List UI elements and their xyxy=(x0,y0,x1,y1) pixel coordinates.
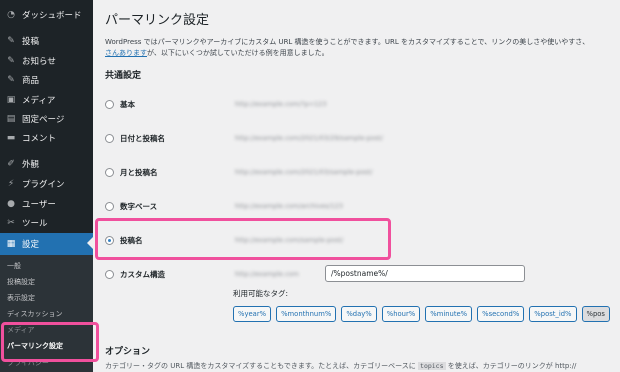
page-icon: ▤ xyxy=(6,113,16,124)
menu-label-appearance: 外観 xyxy=(22,160,40,170)
radio-month-name[interactable] xyxy=(105,167,114,177)
option-label: 基本 xyxy=(120,99,135,109)
submenu-writing[interactable]: 投稿設定 xyxy=(7,277,35,287)
option-label: 月と投稿名 xyxy=(120,167,158,177)
option-numeric[interactable]: 数字ベース xyxy=(105,198,157,214)
example-url: http://example.com xyxy=(235,270,299,278)
menu-item-appearance[interactable]: ✐ 外観 xyxy=(0,154,93,174)
user-icon: ● xyxy=(7,198,15,209)
menu-item-dashboard[interactable]: ◔ ダッシュボード xyxy=(0,5,93,25)
menu-item-news[interactable]: ✎ お知らせ xyxy=(0,51,93,71)
menu-label-pages: 固定ページ xyxy=(22,115,65,125)
option-custom[interactable]: カスタム構造 xyxy=(105,266,165,282)
menu-label-users: ユーザー xyxy=(22,200,56,210)
common-settings-heading: 共通設定 xyxy=(105,71,142,81)
menu-label-posts: 投稿 xyxy=(22,37,40,47)
radio-plain[interactable] xyxy=(105,99,114,109)
option-post-name[interactable]: 投稿名 xyxy=(105,232,143,248)
option-label: 日付と投稿名 xyxy=(120,133,165,143)
radio-numeric[interactable] xyxy=(105,201,114,211)
menu-item-pages[interactable]: ▤ 固定ページ xyxy=(0,109,93,129)
pin-icon: ✎ xyxy=(7,35,15,46)
example-url: http://example.com/2021/03/sample-post/ xyxy=(235,168,373,176)
admin-sidebar: ◔ ダッシュボード ✎ 投稿 ✎ お知らせ ✎ 商品 ▣ メディア ▤ 固定ペー… xyxy=(0,0,93,372)
submenu-reading[interactable]: 表示設定 xyxy=(7,293,35,303)
submenu-media[interactable]: メディア xyxy=(7,325,35,335)
media-icon: ▣ xyxy=(6,94,16,105)
menu-item-products[interactable]: ✎ 商品 xyxy=(0,70,93,90)
menu-item-media[interactable]: ▣ メディア xyxy=(0,90,93,110)
menu-item-plugins[interactable]: ⚡ プラグイン xyxy=(0,174,93,194)
menu-item-users[interactable]: ● ユーザー xyxy=(0,194,93,214)
page-title: パーマリンク設定 xyxy=(105,13,210,28)
pin-icon: ✎ xyxy=(7,55,15,66)
option-plain[interactable]: 基本 xyxy=(105,96,135,112)
radio-day-name[interactable] xyxy=(105,133,114,143)
pin-icon: ✎ xyxy=(7,74,15,85)
options-description: カテゴリー・タグの URL 構造をカスタマイズすることもできます。たとえば、カテ… xyxy=(105,362,577,370)
custom-structure-input[interactable] xyxy=(325,265,525,282)
example-url: http://example.com/?p=123 xyxy=(235,100,327,108)
menu-label-comments: コメント xyxy=(22,134,57,144)
option-day-name[interactable]: 日付と投稿名 xyxy=(105,130,165,146)
wrench-icon: ✂ xyxy=(7,217,15,228)
tag-day-button[interactable]: %day% xyxy=(341,306,377,322)
tag-monthnum-button[interactable]: %monthnum% xyxy=(276,306,337,322)
submenu-discussion[interactable]: ディスカッション xyxy=(7,309,63,319)
example-url: http://example.com/2021/03/29/sample-pos… xyxy=(235,134,383,142)
menu-label-settings: 設定 xyxy=(22,240,40,250)
menu-label-dashboard: ダッシュボード xyxy=(22,11,82,21)
menu-label-media: メディア xyxy=(22,96,56,106)
submenu-privacy[interactable]: プライバシー xyxy=(7,358,49,368)
tag-post-id-button[interactable]: %post_id% xyxy=(529,306,577,322)
radio-post-name[interactable] xyxy=(105,235,114,245)
brush-icon: ✐ xyxy=(7,158,15,169)
tag-minute-button[interactable]: %minute% xyxy=(425,306,473,322)
main-content: パーマリンク設定 WordPress ではパーマリンクやアーカイブにカスタム U… xyxy=(93,0,620,372)
tag-postname-button[interactable]: %pos xyxy=(581,306,610,322)
tag-year-button[interactable]: %year% xyxy=(233,306,272,322)
intro-line-1: WordPress ではパーマリンクやアーカイブにカスタム URL 構造を使うこ… xyxy=(105,38,590,46)
menu-label-tools: ツール xyxy=(22,219,48,229)
radio-custom[interactable] xyxy=(105,269,114,279)
menu-item-tools[interactable]: ✂ ツール xyxy=(0,213,93,233)
menu-item-posts[interactable]: ✎ 投稿 xyxy=(0,31,93,51)
example-url: http://example.com/sample-post/ xyxy=(235,236,344,244)
option-label: カスタム構造 xyxy=(120,269,165,279)
option-label: 投稿名 xyxy=(120,235,143,245)
intro-link[interactable]: さんあります xyxy=(105,49,147,57)
options-heading: オプション xyxy=(105,347,151,357)
menu-label-news: お知らせ xyxy=(22,57,56,67)
settings-submenu: 一般 投稿設定 表示設定 ディスカッション メディア パーマリンク設定 プライバ… xyxy=(0,255,93,372)
submenu-general[interactable]: 一般 xyxy=(7,261,21,271)
option-label: 数字ベース xyxy=(120,201,158,211)
tag-hour-button[interactable]: %hour% xyxy=(381,306,421,322)
menu-label-plugins: プラグイン xyxy=(22,180,65,190)
available-tags-label: 利用可能なタグ: xyxy=(233,289,289,298)
code-topics: topics xyxy=(418,362,446,370)
option-month-name[interactable]: 月と投稿名 xyxy=(105,164,158,180)
dashboard-icon: ◔ xyxy=(7,9,15,20)
intro-line-2: が、以下にいくつか試していただける例を用意しました。 xyxy=(147,49,329,57)
plugin-icon: ⚡ xyxy=(7,178,15,189)
menu-item-comments[interactable]: ▬ コメント xyxy=(0,128,93,148)
submenu-permalinks[interactable]: パーマリンク設定 xyxy=(7,341,63,351)
comment-icon: ▬ xyxy=(6,132,16,143)
settings-icon: ▦ xyxy=(6,238,16,249)
menu-label-products: 商品 xyxy=(22,76,40,86)
menu-item-settings[interactable]: ▦ 設定 xyxy=(0,233,93,255)
intro-text: WordPress ではパーマリンクやアーカイブにカスタム URL 構造を使うこ… xyxy=(105,37,620,59)
example-url: http://example.com/archives/123 xyxy=(235,202,343,210)
tag-buttons: %year% %monthnum% %day% %hour% %minute% … xyxy=(233,306,610,322)
tag-second-button[interactable]: %second% xyxy=(477,306,525,322)
